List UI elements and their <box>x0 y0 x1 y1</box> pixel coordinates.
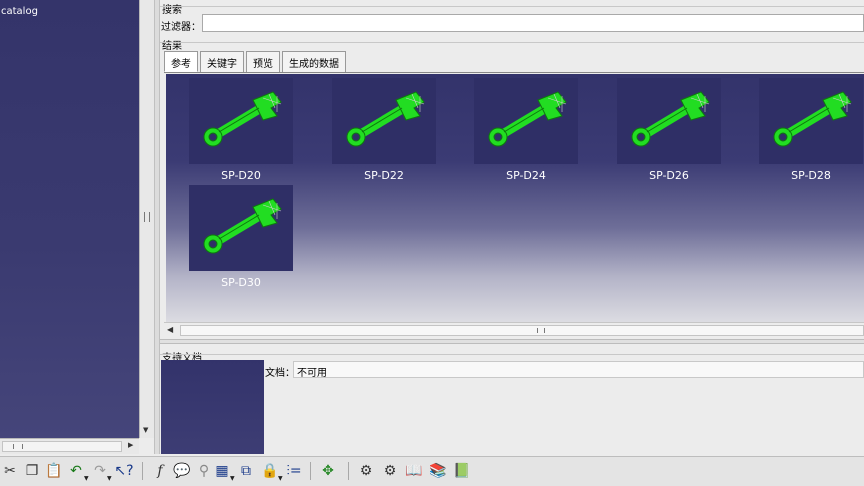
catalog-item-sp-d26[interactable]: SP-D26 <box>617 78 721 182</box>
item-label: SP-D30 <box>221 276 261 289</box>
catalog-item-sp-d30[interactable]: SP-D30 <box>189 185 293 289</box>
wrench-thumbnail <box>474 78 578 164</box>
undo-icon[interactable]: ↶ <box>66 461 86 481</box>
link-icon[interactable]: ⚲ <box>194 461 214 481</box>
catalog-item-sp-d20[interactable]: SP-D20 <box>189 78 293 182</box>
paste-icon[interactable]: 📋 <box>44 461 64 481</box>
gears-icon[interactable]: ⚙ <box>380 461 400 481</box>
gear-icon[interactable]: ⚙ <box>356 461 376 481</box>
whats-this-icon[interactable]: ↖? <box>114 461 134 481</box>
cut-icon[interactable]: ✂ <box>0 461 20 481</box>
results-tabs: 参考 关键字 预览 生成的数据 <box>164 51 348 72</box>
item-label: SP-D20 <box>221 169 261 182</box>
catalog-item-sp-d24[interactable]: SP-D24 <box>474 78 578 182</box>
toolbar-separator <box>310 462 311 480</box>
tab-reference[interactable]: 参考 <box>164 51 198 72</box>
wrench-thumbnail <box>759 78 863 164</box>
horizontal-splitter[interactable] <box>160 339 864 344</box>
tree-icon[interactable]: ⧉ <box>236 461 256 481</box>
item-label: SP-D28 <box>791 169 831 182</box>
catalog-item-sp-d28[interactable]: SP-D28 <box>759 78 863 182</box>
scroll-left-arrow-icon[interactable]: ◀ <box>167 325 173 334</box>
tree-horizontal-scrollbar[interactable]: ▶ <box>0 438 139 454</box>
wrench-thumbnail <box>189 185 293 271</box>
copy-icon[interactable]: ❐ <box>22 461 42 481</box>
document-label: 文档： <box>265 368 295 379</box>
results-grid: SP-D20 SP-D22 SP-D24 SP-D26 SP-D28 SP-D3… <box>166 74 864 322</box>
formula-icon[interactable]: f <box>150 461 170 481</box>
redo-dropdown-icon[interactable]: ▼ <box>107 475 112 482</box>
tab-keywords[interactable]: 关键字 <box>200 51 244 72</box>
table-dropdown-icon[interactable]: ▼ <box>230 475 235 482</box>
toolbar-separator <box>142 462 143 480</box>
item-label: SP-D24 <box>506 169 546 182</box>
wrench-icon <box>488 91 567 147</box>
tree-vertical-scrollbar[interactable]: ▼ <box>139 0 154 438</box>
wrench-thumbnail <box>332 78 436 164</box>
wrench-icon <box>773 91 852 147</box>
wrench-icon <box>203 198 282 254</box>
tab-generated-data[interactable]: 生成的数据 <box>282 51 346 72</box>
document-preview <box>161 360 264 454</box>
wrench-icon <box>203 91 282 147</box>
catalog-icon[interactable]: 📖 <box>404 461 424 481</box>
item-label: SP-D26 <box>649 169 689 182</box>
comment-icon[interactable]: 💬 <box>172 461 192 481</box>
scroll-grip[interactable] <box>144 212 150 222</box>
wrench-icon <box>346 91 425 147</box>
results-horizontal-scrollbar[interactable]: ◀ <box>164 322 864 338</box>
wrench-thumbnail <box>189 78 293 164</box>
catalog-browser-panel: 搜索 过滤器： 结果 参考 关键字 预览 生成的数据 SP-D20 SP-D22… <box>160 0 864 454</box>
undo-dropdown-icon[interactable]: ▼ <box>84 475 89 482</box>
tab-preview[interactable]: 预览 <box>246 51 280 72</box>
instantiate-icon[interactable]: 📚 <box>428 461 448 481</box>
filter-input[interactable] <box>202 14 864 32</box>
lock-dropdown-icon[interactable]: ▼ <box>278 475 283 482</box>
wrench-thumbnail <box>617 78 721 164</box>
filter-label: 过滤器： <box>161 22 201 33</box>
item-label: SP-D22 <box>364 169 404 182</box>
catalog-tree[interactable]: catalog <box>0 0 139 438</box>
table-icon[interactable]: ▦ <box>212 461 232 481</box>
lock-icon[interactable]: 🔒 <box>260 461 280 481</box>
tab-divider <box>164 72 864 73</box>
scroll-down-arrow-icon[interactable]: ▼ <box>143 426 148 434</box>
bottom-toolbar: ✂ ❐ 📋 ↶ ▼ ↷ ▼ ↖? f 💬 ⚲ ▦ ▼ ⧉ 🔒 ▼ ⫶= ✥ ⚙ … <box>0 456 864 486</box>
wrench-icon <box>631 91 710 147</box>
tree-root-item[interactable]: catalog <box>1 6 38 17</box>
scroll-thumb[interactable] <box>2 441 122 452</box>
document-value: 不可用 <box>293 361 864 379</box>
parameter-icon[interactable]: ⫶= <box>284 461 304 481</box>
catalog-item-sp-d22[interactable]: SP-D22 <box>332 78 436 182</box>
publish-icon[interactable]: 📗 <box>452 461 472 481</box>
scroll-right-arrow-icon[interactable]: ▶ <box>128 441 133 449</box>
toolbar-separator <box>348 462 349 480</box>
fit-all-icon[interactable]: ✥ <box>318 461 338 481</box>
scroll-thumb[interactable] <box>180 325 864 336</box>
